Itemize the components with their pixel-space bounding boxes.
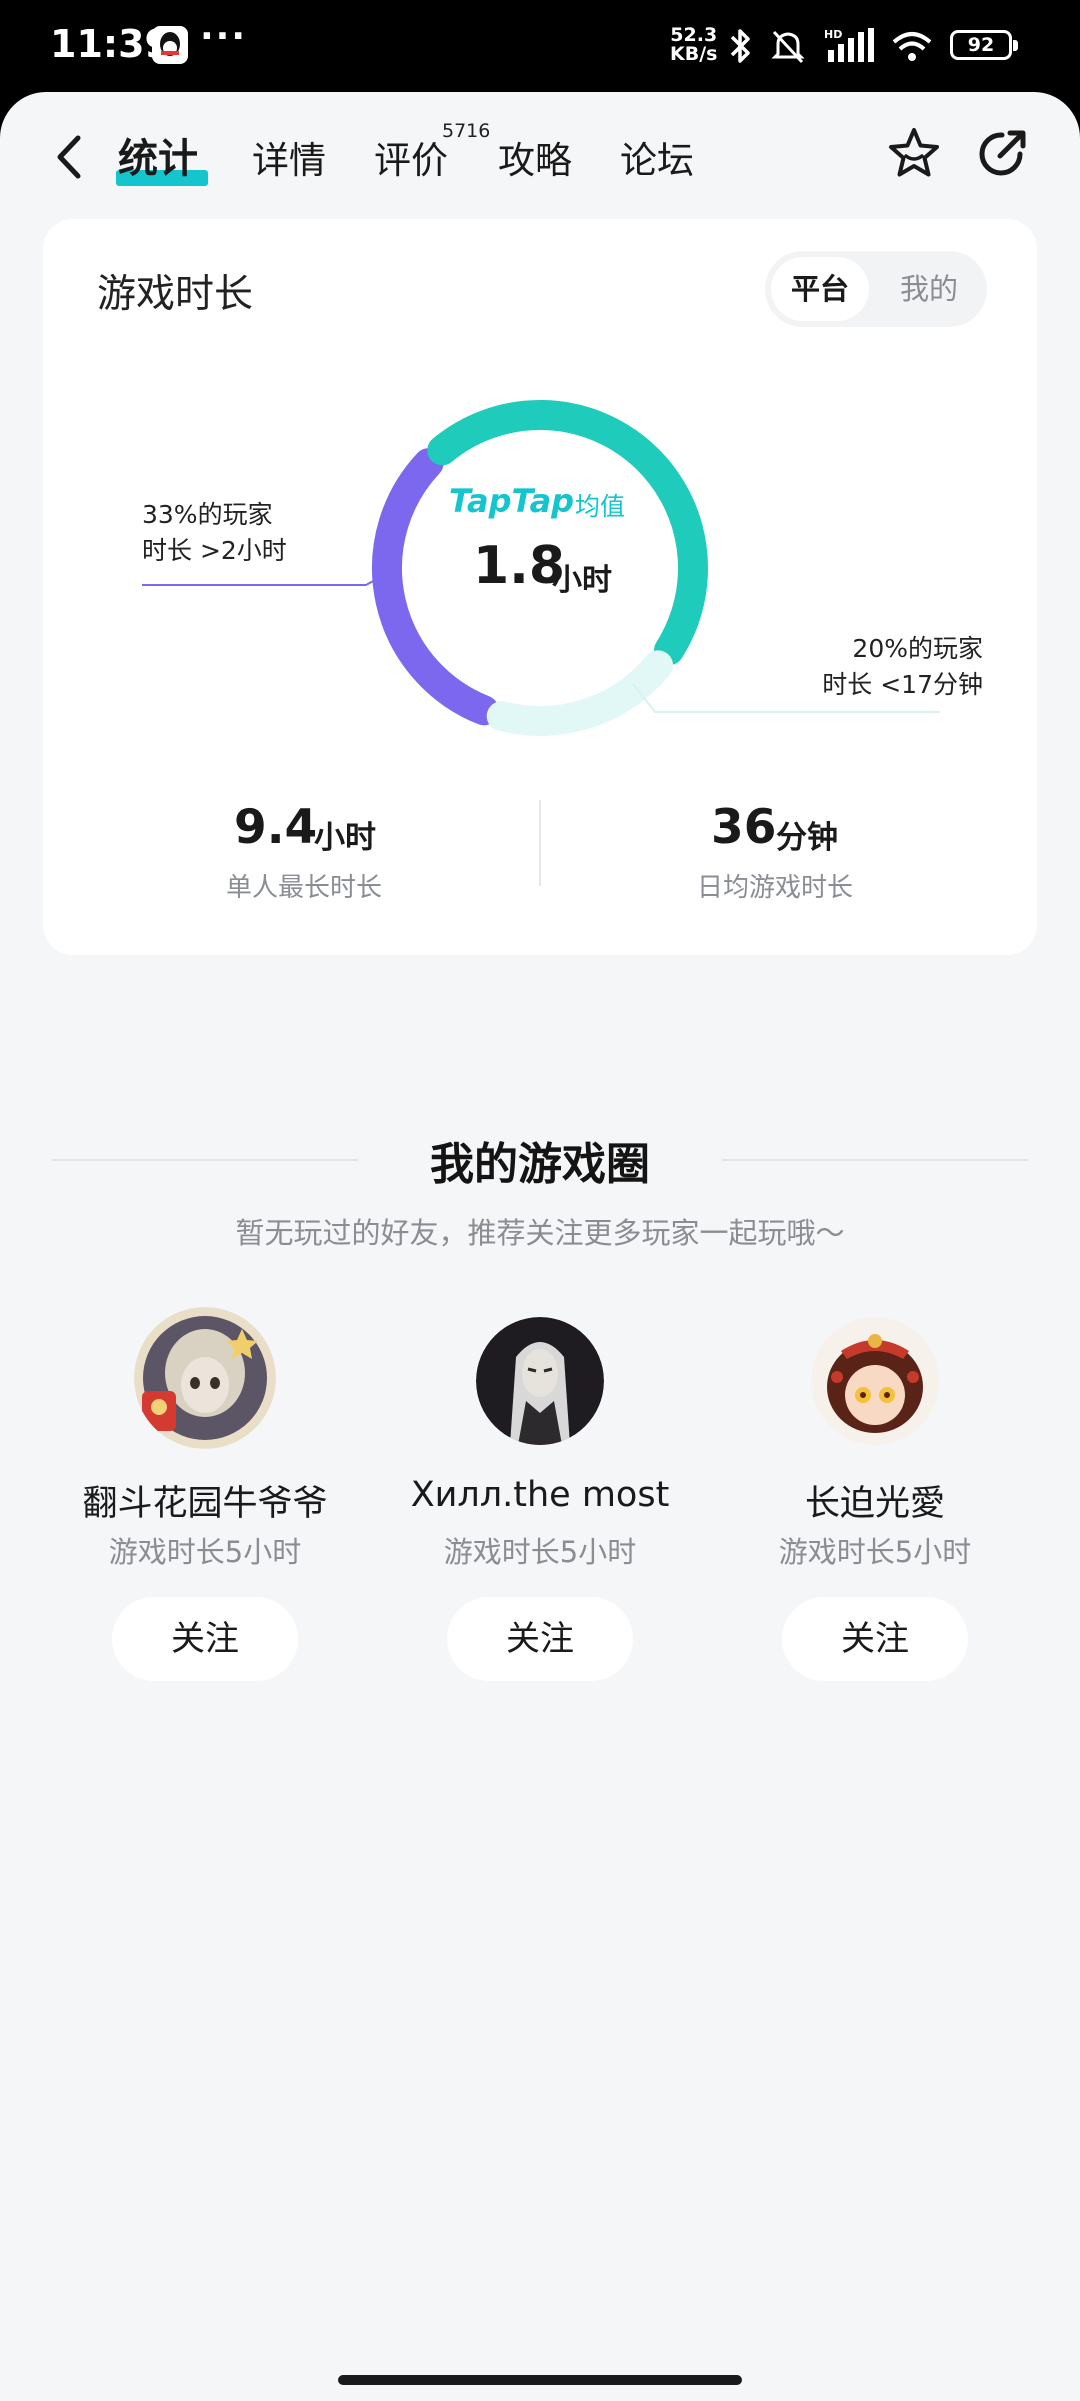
- follow-button[interactable]: 关注: [112, 1597, 298, 1681]
- recommended-player-card: 长迫光愛 游戏时长5小时 关注: [710, 1222, 1040, 1692]
- avatar[interactable]: [134, 1307, 276, 1449]
- annotation-long-line2: 时长 >2小时: [142, 536, 287, 565]
- daily-playtime-value: 36: [711, 800, 777, 855]
- status-bar: 11:39 ··· 52.3 KB/s HD 92: [0, 0, 1080, 95]
- annotation-long-line1: 33%的玩家: [142, 500, 273, 529]
- home-indicator[interactable]: [338, 2375, 742, 2385]
- more-notifications-icon: ···: [200, 16, 248, 57]
- tab-details[interactable]: 详情: [252, 130, 326, 184]
- mute-icon: [771, 30, 805, 64]
- bluetooth-icon: [730, 29, 750, 63]
- average-playtime-unit: 小时: [552, 563, 612, 598]
- donut-segment-short: [486, 650, 674, 736]
- qq-icon: [152, 26, 188, 64]
- player-name: Хилл.the most: [410, 1475, 670, 1515]
- tab-reviews[interactable]: 评价: [374, 130, 448, 184]
- tab-stats[interactable]: 统计: [118, 126, 198, 184]
- favorite-star-icon[interactable]: [884, 124, 944, 184]
- recommended-player-card: Хилл.the most 游戏时长5小时 关注: [375, 1222, 705, 1692]
- max-playtime-value: 9.4: [234, 800, 318, 855]
- reviews-count-badge: 5716: [442, 120, 491, 142]
- avatar[interactable]: [476, 1317, 604, 1445]
- player-playtime: 游戏时长5小时: [443, 1535, 637, 1569]
- max-playtime-unit: 小时: [314, 820, 376, 856]
- battery-icon: 92: [950, 30, 1018, 60]
- avatar[interactable]: [811, 1317, 939, 1445]
- follow-button[interactable]: 关注: [782, 1597, 968, 1681]
- player-name: 翻斗花园牛爷爷: [82, 1484, 328, 1524]
- player-playtime: 游戏时长5小时: [778, 1535, 972, 1569]
- playtime-card: 游戏时长 平台 我的 TapTap 均值 1.8 小时 33%的玩家 时长 >2…: [43, 219, 1037, 955]
- max-playtime-label: 单人最长时长: [226, 873, 383, 903]
- left-annotation-leader: [142, 573, 387, 586]
- average-label: 均值: [575, 492, 626, 521]
- annotation-short-line2: 时长 <17分钟: [822, 670, 983, 699]
- hd-signal-icon: HD: [824, 28, 874, 62]
- game-detail-sheet: 统计 详情 评价 5716 攻略 论坛 游戏时长 平台 我的 TapTap 均值…: [0, 92, 1080, 2401]
- recommended-player-card: 翻斗花园牛爷爷 游戏时长5小时 关注: [40, 1222, 370, 1692]
- follow-button[interactable]: 关注: [447, 1597, 633, 1681]
- daily-playtime-label: 日均游戏时长: [697, 873, 854, 903]
- donut-segment-middle: [427, 400, 708, 666]
- section-title: 我的游戏圈: [430, 1139, 650, 1190]
- tab-guides[interactable]: 攻略: [498, 130, 572, 184]
- player-name: 长迫光愛: [804, 1484, 945, 1524]
- annotation-long-players: 33%的玩家 时长 >2小时: [142, 497, 287, 569]
- player-playtime: 游戏时长5小时: [108, 1535, 302, 1569]
- net-speed-unit: KB/s: [670, 43, 718, 65]
- back-icon[interactable]: [48, 130, 92, 184]
- net-speed: 52.3 KB/s: [670, 26, 717, 64]
- taptap-logo: TapTap: [449, 482, 575, 520]
- share-icon[interactable]: [972, 124, 1032, 184]
- annotation-short-line1: 20%的玩家: [852, 634, 983, 663]
- tab-forum[interactable]: 论坛: [620, 130, 694, 184]
- annotation-short-players: 20%的玩家 时长 <17分钟: [753, 631, 983, 703]
- top-nav: 统计 详情 评价 5716 攻略 论坛: [0, 92, 1080, 220]
- wifi-icon: [892, 32, 932, 61]
- stats-divider: [539, 800, 541, 886]
- svg-text:HD: HD: [824, 28, 842, 41]
- daily-playtime-unit: 分钟: [776, 820, 838, 856]
